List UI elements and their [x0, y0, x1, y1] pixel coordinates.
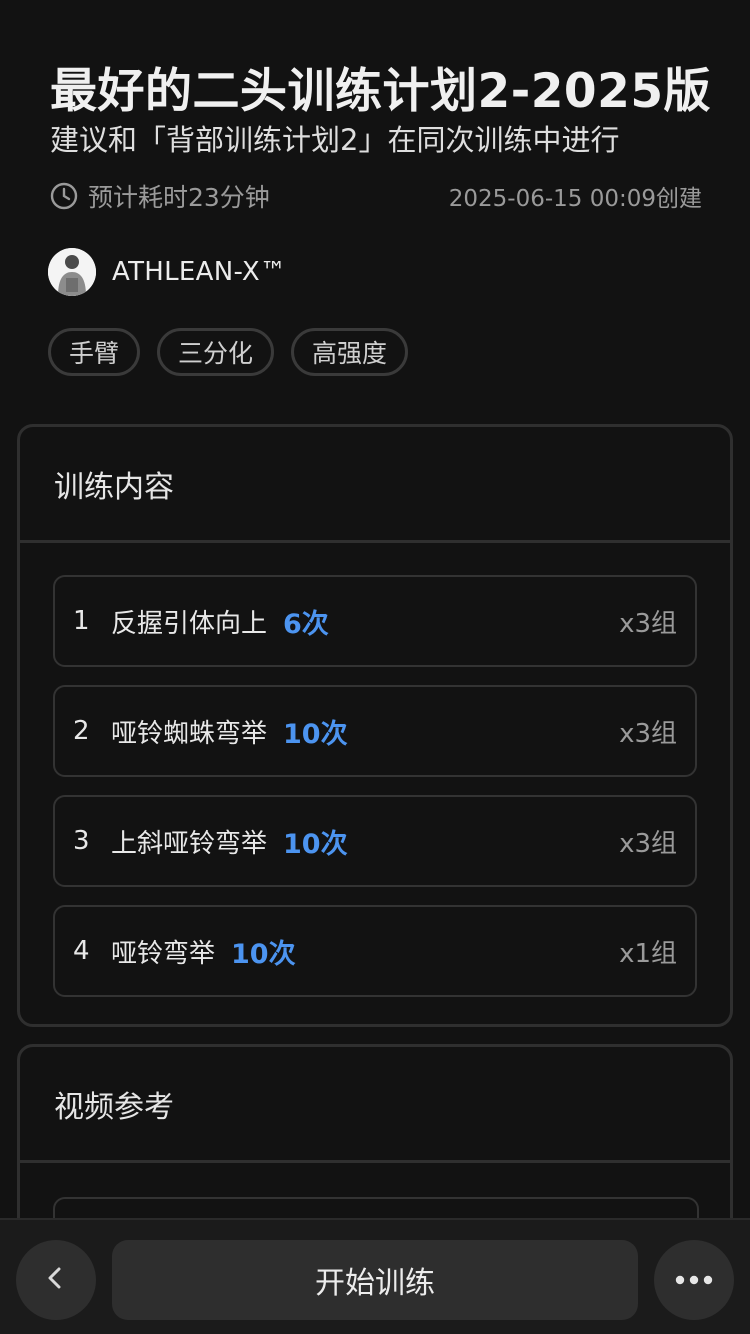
- duration: 预计耗时23分钟: [50, 178, 270, 214]
- exercise-number: 1: [73, 606, 90, 636]
- exercise-sets: x3组: [619, 718, 677, 749]
- exercise-name: 反握引体向上: [111, 608, 268, 639]
- exercise-sets: x3组: [619, 608, 677, 639]
- created-timestamp: 2025-06-15 00:09创建: [448, 186, 702, 212]
- exercise-reps: 10次: [231, 938, 296, 970]
- page-title: 最好的二头训练计划2-2025版: [50, 64, 712, 119]
- author-name[interactable]: ATHLEAN-X™: [112, 257, 286, 287]
- exercise-reps: 10次: [283, 718, 348, 750]
- exercise-number: 3: [73, 826, 90, 856]
- training-card: 训练内容 1 反握引体向上 6次 x3组 2 哑铃蜘蛛弯举 10次 x3组 3 …: [17, 424, 733, 1027]
- start-training-button[interactable]: 开始训练: [112, 1240, 638, 1320]
- meta-row: 预计耗时23分钟 2025-06-15 00:09创建: [50, 178, 702, 214]
- more-icon: [674, 1271, 714, 1290]
- exercise-name: 哑铃弯举: [111, 938, 216, 969]
- tag-item[interactable]: 三分化: [157, 328, 275, 376]
- exercise-sets: x1组: [619, 938, 677, 969]
- exercise-name: 上斜哑铃弯举: [111, 828, 268, 859]
- exercise-name: 哑铃蜘蛛弯举: [111, 718, 268, 749]
- exercise-list: 1 反握引体向上 6次 x3组 2 哑铃蜘蛛弯举 10次 x3组 3 上斜哑铃弯…: [20, 543, 730, 997]
- exercise-item[interactable]: 4 哑铃弯举 10次 x1组: [53, 905, 697, 997]
- training-heading: 训练内容: [20, 427, 730, 543]
- exercise-sets: x3组: [619, 828, 677, 859]
- bottom-action-bar: 开始训练: [0, 1218, 750, 1334]
- more-button[interactable]: [654, 1240, 734, 1320]
- video-heading: 视频参考: [20, 1047, 730, 1163]
- exercise-reps: 10次: [283, 828, 348, 860]
- avatar[interactable]: [48, 248, 96, 296]
- tag-item[interactable]: 高强度: [291, 328, 409, 376]
- exercise-number: 2: [73, 716, 90, 746]
- chevron-left-icon: [42, 1264, 70, 1296]
- exercise-reps: 6次: [283, 608, 329, 640]
- duration-text: 预计耗时23分钟: [88, 183, 270, 212]
- exercise-number: 4: [73, 936, 90, 966]
- exercise-item[interactable]: 1 反握引体向上 6次 x3组: [53, 575, 697, 667]
- clock-icon: [50, 182, 78, 210]
- back-button[interactable]: [16, 1240, 96, 1320]
- tag-list: 手臂 三分化 高强度: [48, 328, 409, 376]
- exercise-item[interactable]: 3 上斜哑铃弯举 10次 x3组: [53, 795, 697, 887]
- tag-item[interactable]: 手臂: [48, 328, 141, 376]
- page-subtitle: 建议和「背部训练计划2」在同次训练中进行: [50, 123, 620, 157]
- exercise-item[interactable]: 2 哑铃蜘蛛弯举 10次 x3组: [53, 685, 697, 777]
- plan-detail-page: 最好的二头训练计划2-2025版 建议和「背部训练计划2」在同次训练中进行 预计…: [0, 0, 750, 1334]
- author[interactable]: ATHLEAN-X™: [48, 247, 286, 297]
